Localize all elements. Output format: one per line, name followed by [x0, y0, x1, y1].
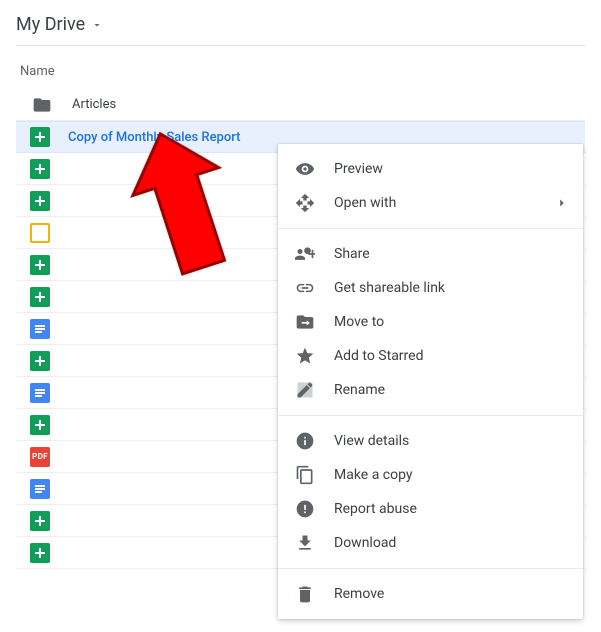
star-icon	[294, 345, 316, 367]
link-icon	[294, 277, 316, 299]
menu-separator	[278, 568, 583, 569]
copy-icon	[294, 464, 316, 486]
menu-label: View details	[334, 433, 409, 449]
menu-move-to[interactable]: Move to	[278, 305, 583, 339]
breadcrumb-title: My Drive	[16, 14, 85, 35]
menu-make-copy[interactable]: Make a copy	[278, 458, 583, 492]
rename-icon	[294, 379, 316, 401]
folder-icon	[30, 95, 54, 115]
menu-get-link[interactable]: Get shareable link	[278, 271, 583, 305]
column-header-name[interactable]: Name	[16, 60, 585, 89]
menu-label: Get shareable link	[334, 280, 445, 296]
sheets-icon	[30, 159, 50, 179]
menu-share[interactable]: Share	[278, 237, 583, 271]
chevron-right-icon	[555, 196, 569, 210]
menu-view-details[interactable]: View details	[278, 424, 583, 458]
menu-separator	[278, 415, 583, 416]
sheets-icon	[30, 543, 50, 563]
open-with-icon	[294, 192, 316, 214]
report-icon	[294, 498, 316, 520]
sheets-icon	[30, 127, 50, 147]
menu-preview[interactable]: Preview	[278, 152, 583, 186]
file-label: Articles	[72, 97, 116, 112]
docs-icon	[30, 319, 50, 339]
menu-download[interactable]: Download	[278, 526, 583, 560]
menu-label: Make a copy	[334, 467, 413, 483]
file-label: Copy of Monthly Sales Report	[68, 130, 241, 145]
sheets-icon	[30, 351, 50, 371]
menu-label: Open with	[334, 195, 396, 211]
docs-icon	[30, 383, 50, 403]
menu-label: Move to	[334, 314, 384, 330]
sheets-icon	[30, 511, 50, 531]
sheets-icon	[30, 415, 50, 435]
menu-label: Preview	[334, 161, 383, 177]
menu-label: Add to Starred	[334, 348, 423, 364]
sheets-icon	[30, 287, 50, 307]
move-icon	[294, 311, 316, 333]
docs-icon	[30, 479, 50, 499]
menu-report-abuse[interactable]: Report abuse	[278, 492, 583, 526]
info-icon	[294, 430, 316, 452]
menu-remove[interactable]: Remove	[278, 577, 583, 611]
menu-label: Remove	[334, 586, 384, 602]
download-icon	[294, 532, 316, 554]
file-row-folder[interactable]: Articles	[16, 89, 585, 121]
menu-rename[interactable]: Rename	[278, 373, 583, 407]
menu-label: Share	[334, 246, 370, 262]
eye-icon	[294, 158, 316, 180]
trash-icon	[294, 583, 316, 605]
pdf-icon: PDF	[30, 447, 50, 467]
menu-add-starred[interactable]: Add to Starred	[278, 339, 583, 373]
slides-icon	[30, 223, 50, 243]
breadcrumb[interactable]: My Drive	[16, 8, 585, 46]
menu-label: Rename	[334, 382, 385, 398]
menu-label: Report abuse	[334, 501, 417, 517]
menu-label: Download	[334, 535, 396, 551]
sheets-icon	[30, 255, 50, 275]
menu-separator	[278, 228, 583, 229]
sheets-icon	[30, 191, 50, 211]
menu-open-with[interactable]: Open with	[278, 186, 583, 220]
context-menu: Preview Open with Share Get shareable li…	[278, 144, 583, 619]
dropdown-caret-icon	[91, 19, 103, 31]
share-icon	[294, 243, 316, 265]
